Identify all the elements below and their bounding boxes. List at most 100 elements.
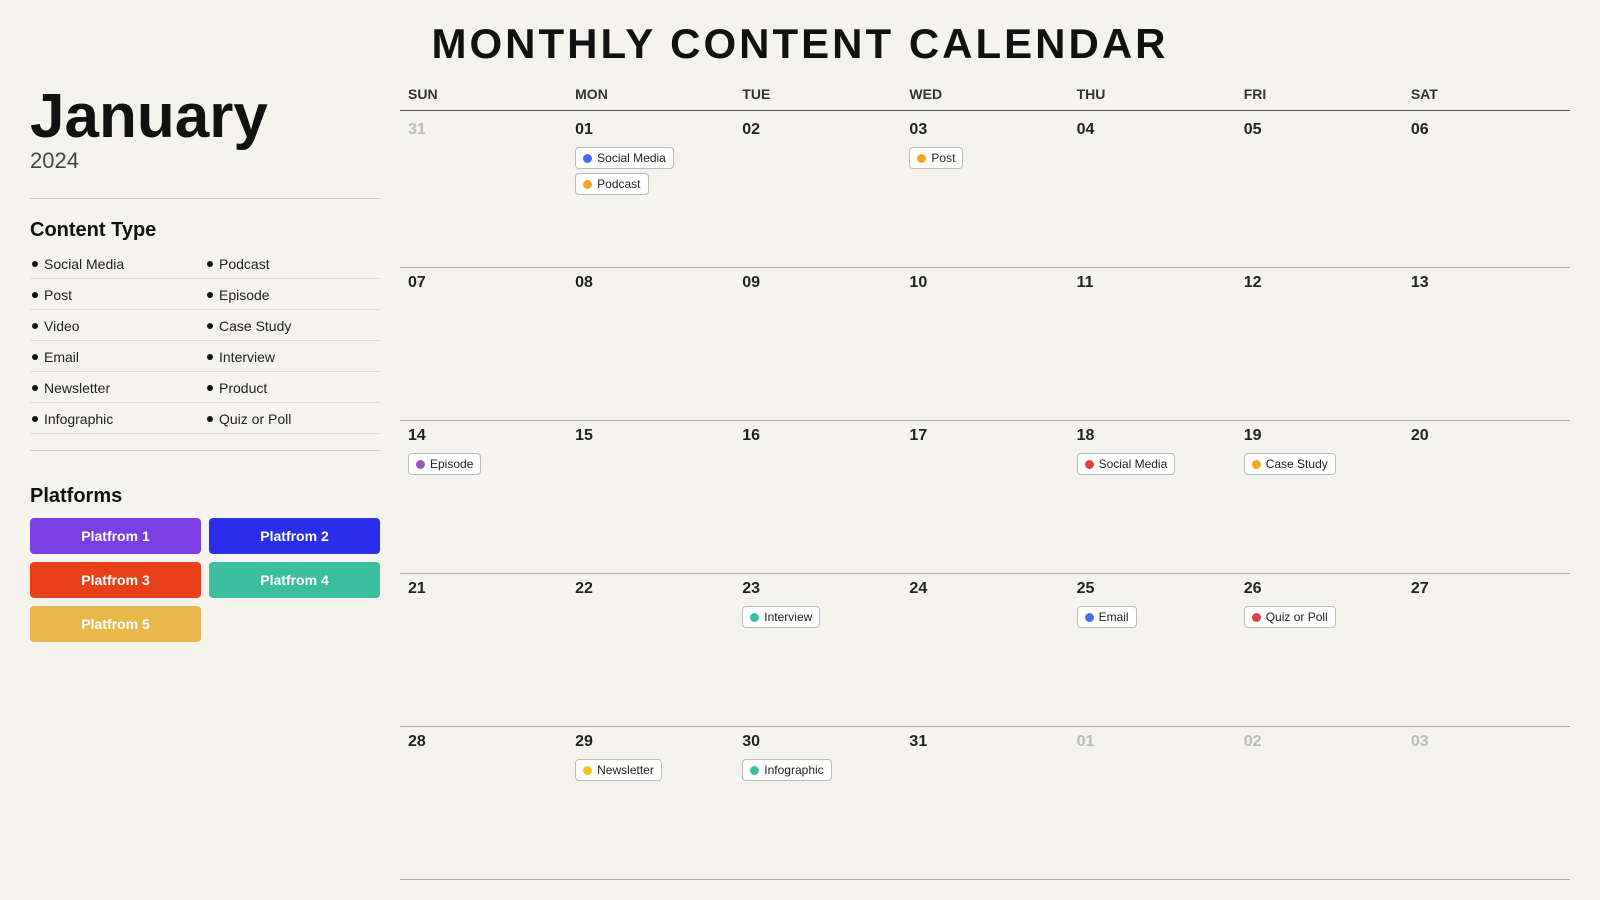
calendar-cell: 20 — [1403, 421, 1570, 574]
day-number: 11 — [1077, 274, 1228, 292]
bullet-icon — [32, 354, 38, 360]
event-label: Interview — [764, 610, 812, 624]
event-badge[interactable]: Social Media — [1077, 453, 1176, 475]
calendar-cell: 05 — [1236, 115, 1403, 268]
calendar-panel: SUNMONTUEWEDTHUFRISAT 3101Social MediaPo… — [400, 86, 1570, 880]
event-label: Case Study — [1266, 457, 1328, 471]
bullet-icon — [32, 323, 38, 329]
content-type-label: Social Media — [44, 256, 124, 272]
event-badge[interactable]: Social Media — [575, 147, 674, 169]
event-label: Quiz or Poll — [1266, 610, 1328, 624]
content-type-item: Quiz or Poll — [205, 405, 380, 434]
platforms-title: Platforms — [30, 485, 380, 508]
cal-header-fri: FRI — [1236, 86, 1403, 111]
event-dot — [750, 613, 759, 622]
day-number: 17 — [909, 427, 1060, 445]
bullet-icon — [207, 354, 213, 360]
event-badge[interactable]: Post — [909, 147, 963, 169]
content-type-label: Email — [44, 349, 79, 365]
day-number: 21 — [408, 580, 559, 598]
event-badge[interactable]: Podcast — [575, 173, 648, 195]
content-type-item: Post — [30, 281, 205, 310]
main-content: January 2024 Content Type Social MediaPo… — [30, 86, 1570, 880]
content-type-label: Case Study — [219, 318, 291, 334]
day-number: 27 — [1411, 580, 1562, 598]
platform-button-2[interactable]: Platfrom 2 — [209, 518, 380, 554]
day-number: 07 — [408, 274, 559, 292]
event-badge[interactable]: Episode — [408, 453, 481, 475]
calendar-cell: 30Infographic — [734, 727, 901, 880]
calendar-cell: 08 — [567, 268, 734, 421]
cal-header-thu: THU — [1069, 86, 1236, 111]
bullet-icon — [207, 292, 213, 298]
platform-button-4[interactable]: Platfrom 4 — [209, 562, 380, 598]
event-dot — [583, 180, 592, 189]
day-number: 02 — [742, 121, 893, 139]
day-number: 03 — [1411, 733, 1562, 751]
day-number: 24 — [909, 580, 1060, 598]
calendar-cell: 14 Episode — [400, 421, 567, 574]
event-badge[interactable]: Newsletter — [575, 759, 662, 781]
calendar-cell: 02 — [734, 115, 901, 268]
day-number: 06 — [1411, 121, 1562, 139]
day-number: 19 — [1244, 427, 1395, 445]
month-label: January — [30, 86, 380, 148]
day-number: 26 — [1244, 580, 1395, 598]
content-type-item: Interview — [205, 343, 380, 372]
content-type-label: Infographic — [44, 411, 113, 427]
event-dot — [416, 460, 425, 469]
day-number: 08 — [575, 274, 726, 292]
content-type-item: Social Media — [30, 250, 205, 279]
event-badge[interactable]: Interview — [742, 606, 820, 628]
calendar-cell: 03Post — [901, 115, 1068, 268]
event-badge[interactable]: Case Study — [1244, 453, 1336, 475]
day-number: 20 — [1411, 427, 1562, 445]
day-number: 09 — [742, 274, 893, 292]
event-dot — [583, 154, 592, 163]
day-number: 25 — [1077, 580, 1228, 598]
content-type-label: Product — [219, 380, 267, 396]
event-badge[interactable]: Quiz or Poll — [1244, 606, 1336, 628]
content-type-label: Newsletter — [44, 380, 110, 396]
content-type-label: Post — [44, 287, 72, 303]
calendar-cell: 04 — [1069, 115, 1236, 268]
content-type-label: Episode — [219, 287, 270, 303]
content-type-label: Interview — [219, 349, 275, 365]
cal-header-tue: TUE — [734, 86, 901, 111]
day-number: 31 — [408, 121, 559, 139]
day-number: 01 — [1077, 733, 1228, 751]
day-number: 18 — [1077, 427, 1228, 445]
calendar-cell: 29Newsletter — [567, 727, 734, 880]
calendar-cell: 23 Interview — [734, 574, 901, 727]
cal-header-mon: MON — [567, 86, 734, 111]
calendar-cell: 16 — [734, 421, 901, 574]
calendar-cell: 11 — [1069, 268, 1236, 421]
calendar-grid: 3101Social MediaPodcast0203Post040506070… — [400, 115, 1570, 880]
bullet-icon — [207, 261, 213, 267]
platform-button-3[interactable]: Platfrom 3 — [30, 562, 201, 598]
content-type-item: Product — [205, 374, 380, 403]
day-number: 31 — [909, 733, 1060, 751]
calendar-cell: 28 — [400, 727, 567, 880]
calendar-cell: 03 — [1403, 727, 1570, 880]
content-type-title: Content Type — [30, 219, 380, 242]
event-label: Podcast — [597, 177, 640, 191]
calendar-cell: 18 Social Media — [1069, 421, 1236, 574]
day-number: 15 — [575, 427, 726, 445]
event-badge[interactable]: Email — [1077, 606, 1137, 628]
bullet-icon — [207, 416, 213, 422]
platform-button-5[interactable]: Platfrom 5 — [30, 606, 201, 642]
platform-button-1[interactable]: Platfrom 1 — [30, 518, 201, 554]
calendar-cell: 07 — [400, 268, 567, 421]
year-label: 2024 — [30, 148, 380, 174]
calendar-cell: 15 — [567, 421, 734, 574]
page-title: MONTHLY CONTENT CALENDAR — [431, 20, 1168, 68]
calendar-cell: 01 — [1069, 727, 1236, 880]
cal-header-wed: WED — [901, 86, 1068, 111]
calendar-cell: 24 — [901, 574, 1068, 727]
day-number: 23 — [742, 580, 893, 598]
event-badge[interactable]: Infographic — [742, 759, 831, 781]
content-type-item: Email — [30, 343, 205, 372]
day-number: 14 — [408, 427, 559, 445]
event-dot — [583, 766, 592, 775]
